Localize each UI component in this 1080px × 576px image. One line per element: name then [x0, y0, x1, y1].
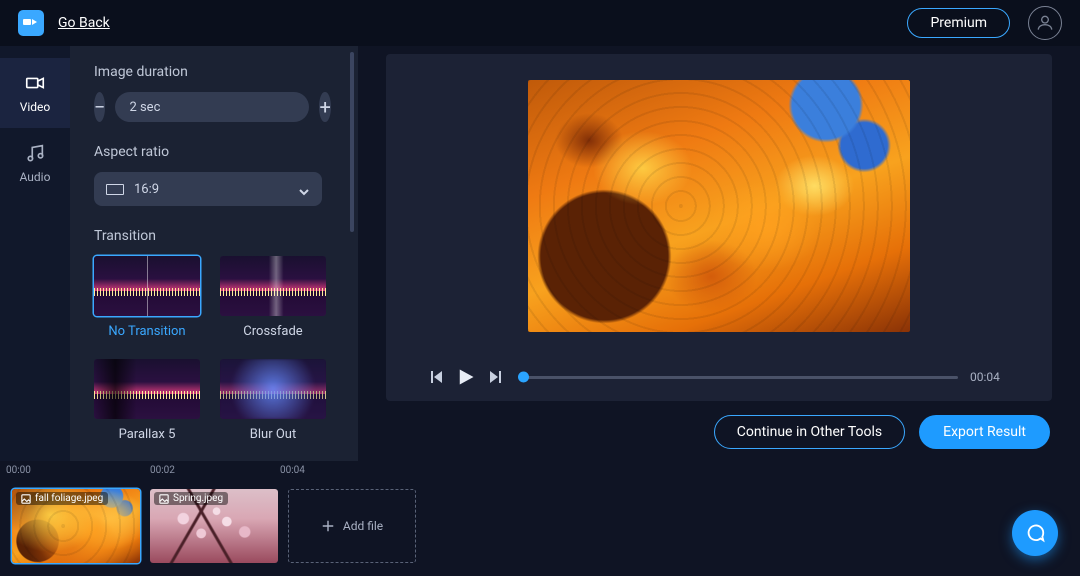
ruler-tick: 00:02 — [150, 465, 175, 476]
timeline-ruler[interactable]: 00:00 00:02 00:04 — [0, 461, 1080, 483]
transition-option-blurout[interactable]: Blur Out — [220, 359, 326, 442]
seek-handle[interactable] — [518, 372, 529, 383]
settings-panel: Image duration − + Aspect ratio 16:9 Tra… — [70, 46, 358, 461]
next-frame-button[interactable] — [488, 369, 504, 385]
aspect-rect-icon — [106, 184, 124, 195]
play-button[interactable] — [456, 367, 476, 387]
chat-icon — [1024, 522, 1046, 544]
go-back-link[interactable]: Go Back — [58, 15, 110, 31]
aspect-ratio-value: 16:9 — [134, 182, 298, 197]
music-icon — [24, 142, 46, 164]
timeline: 00:00 00:02 00:04 fall foliage.jpeg Spri… — [0, 461, 1080, 576]
rail-label: Video — [20, 100, 51, 114]
image-icon — [159, 494, 169, 504]
ruler-tick: 00:04 — [280, 465, 305, 476]
transition-option-none[interactable]: No Transition — [94, 256, 200, 339]
export-result-button[interactable]: Export Result — [919, 415, 1050, 449]
preview-frame: 00:04 — [386, 54, 1052, 401]
account-avatar[interactable] — [1028, 6, 1062, 40]
ruler-tick: 00:00 — [6, 465, 31, 476]
clip-filename-tag: Spring.jpeg — [154, 492, 228, 505]
prev-frame-button[interactable] — [428, 369, 444, 385]
premium-button[interactable]: Premium — [907, 8, 1010, 38]
clip-filename-tag: fall foliage.jpeg — [16, 492, 108, 505]
transition-option-parallax5[interactable]: Parallax 5 — [94, 359, 200, 442]
duration-increase-button[interactable]: + — [319, 92, 330, 122]
aspect-ratio-label: Aspect ratio — [94, 144, 358, 160]
panel-scrollbar[interactable] — [350, 52, 354, 232]
plus-icon — [321, 519, 335, 533]
chevron-down-icon — [298, 183, 310, 195]
transition-name: Blur Out — [220, 427, 326, 442]
rail-label: Audio — [20, 170, 51, 184]
transition-label: Transition — [94, 228, 358, 244]
total-time: 00:04 — [970, 370, 1010, 384]
add-file-button[interactable]: Add file — [288, 489, 416, 563]
image-duration-label: Image duration — [94, 64, 358, 80]
add-file-label: Add file — [343, 519, 383, 533]
aspect-ratio-select[interactable]: 16:9 — [94, 172, 322, 206]
rail-tab-video[interactable]: Video — [0, 58, 70, 128]
image-icon — [21, 494, 31, 504]
transition-name: Parallax 5 — [94, 427, 200, 442]
user-icon — [1035, 13, 1055, 33]
video-icon — [24, 72, 46, 94]
continue-other-tools-button[interactable]: Continue in Other Tools — [714, 415, 905, 449]
transition-option-crossfade[interactable]: Crossfade — [220, 256, 326, 339]
transition-name: No Transition — [94, 324, 200, 339]
timeline-clip[interactable]: Spring.jpeg — [150, 489, 278, 563]
left-rail: Video Audio — [0, 46, 70, 461]
preview-image — [528, 80, 910, 332]
transition-name: Crossfade — [220, 324, 326, 339]
rail-tab-audio[interactable]: Audio — [0, 128, 70, 198]
timeline-clip[interactable]: fall foliage.jpeg — [12, 489, 140, 563]
seek-bar[interactable] — [520, 370, 958, 384]
top-bar: Go Back Premium — [0, 0, 1080, 46]
duration-input[interactable] — [115, 92, 309, 122]
app-logo — [18, 10, 44, 36]
duration-decrease-button[interactable]: − — [94, 92, 105, 122]
preview-pane: 00:04 Continue in Other Tools Export Res… — [358, 46, 1080, 461]
help-fab[interactable] — [1012, 510, 1058, 556]
